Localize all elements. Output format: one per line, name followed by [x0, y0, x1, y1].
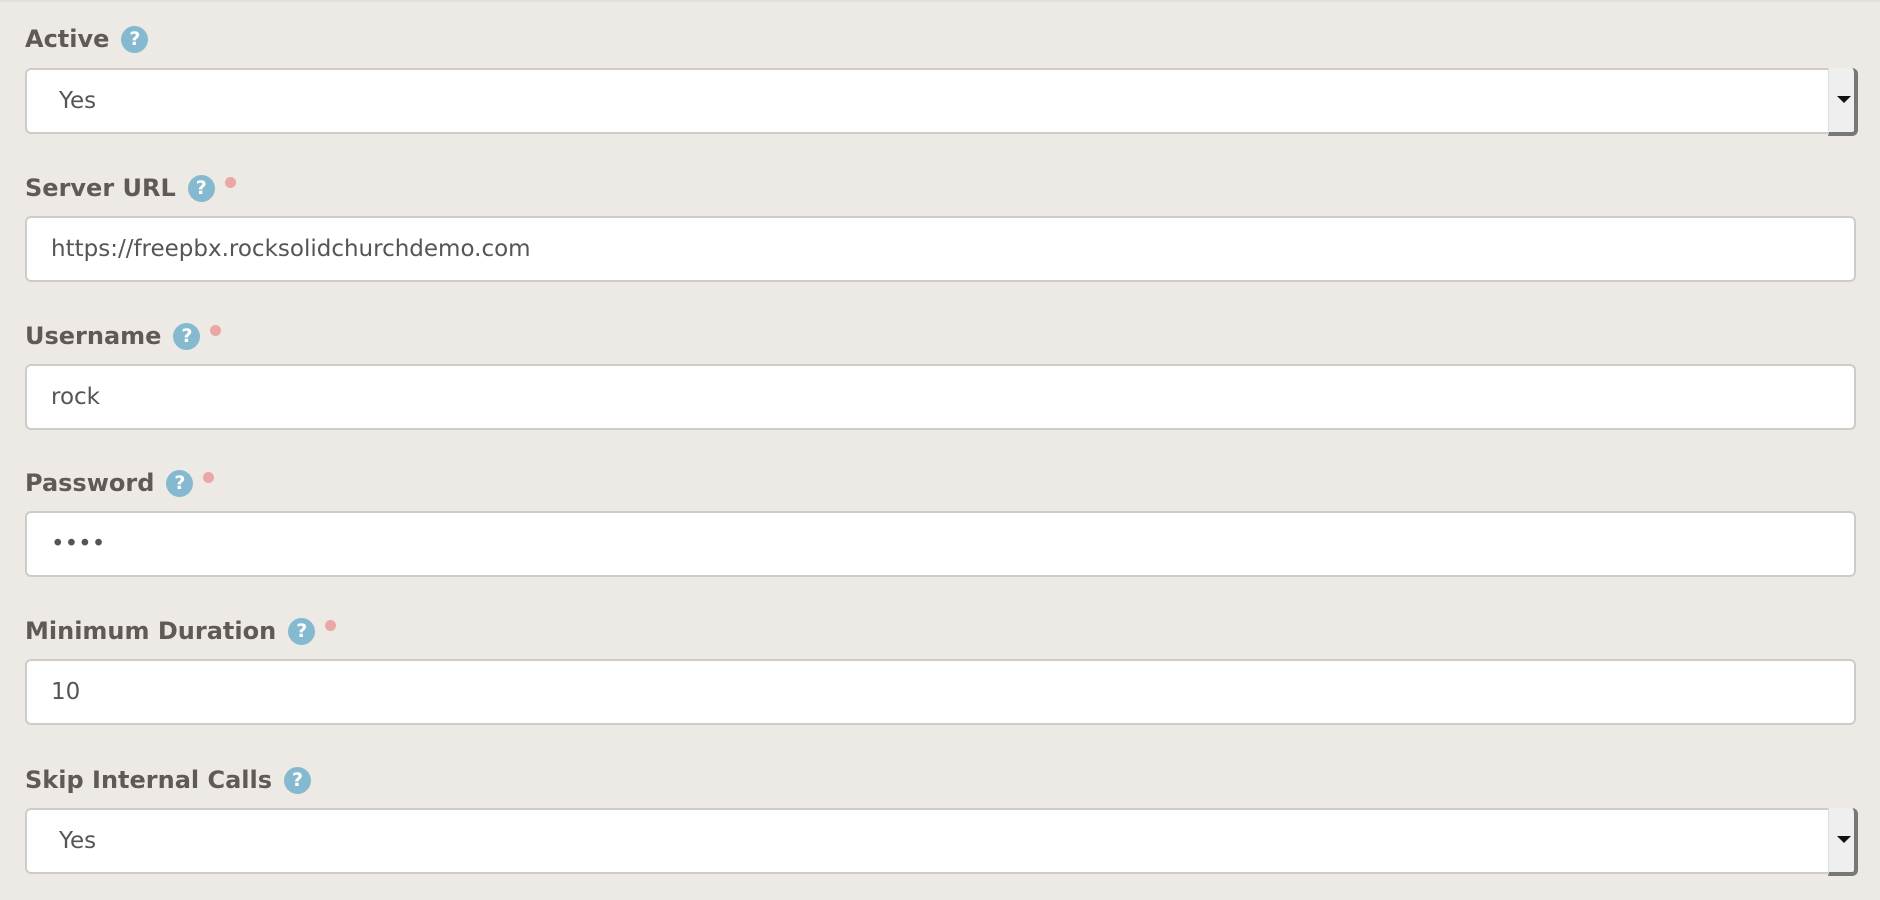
skip-internal-calls-select[interactable]: Yes	[25, 808, 1858, 876]
chevron-down-icon[interactable]	[1828, 808, 1858, 876]
help-icon[interactable]: ?	[187, 174, 215, 202]
field-value: Yes	[59, 828, 97, 854]
skip-internal-calls-label: Skip Internal Calls?	[25, 765, 312, 795]
server-url-input[interactable]: https://freepbx.rocksolidchurchdemo.com	[25, 216, 1856, 282]
required-indicator-icon	[203, 471, 215, 483]
help-icon[interactable]: ?	[121, 25, 149, 53]
required-indicator-icon	[325, 619, 337, 631]
help-icon[interactable]: ?	[288, 617, 316, 645]
username-label: Username?	[25, 321, 222, 351]
required-indicator-icon	[224, 176, 236, 188]
server-url-label: Server URL?	[25, 173, 236, 203]
active-select[interactable]: Yes	[25, 68, 1858, 136]
chevron-down-icon[interactable]	[1828, 68, 1858, 136]
help-icon[interactable]: ?	[284, 766, 312, 794]
label-text: Minimum Duration	[25, 617, 277, 645]
active-label: Active?	[25, 24, 149, 54]
field-value: 10	[51, 679, 81, 705]
label-text: Active	[25, 25, 110, 53]
label-text: Username	[25, 322, 162, 350]
help-icon[interactable]: ?	[173, 322, 201, 350]
password-label: Password?	[25, 468, 215, 498]
label-text: Server URL	[25, 174, 176, 202]
label-text: Password	[25, 469, 155, 497]
field-value: ••••	[51, 531, 106, 557]
username-input[interactable]: rock	[25, 364, 1856, 430]
field-value: rock	[51, 384, 100, 410]
field-value: Yes	[59, 88, 97, 114]
minimum-duration-label: Minimum Duration?	[25, 616, 337, 646]
help-icon[interactable]: ?	[166, 469, 194, 497]
minimum-duration-input[interactable]: 10	[25, 659, 1856, 725]
password-input[interactable]: ••••	[25, 511, 1856, 577]
required-indicator-icon	[210, 324, 222, 336]
field-value: https://freepbx.rocksolidchurchdemo.com	[51, 236, 531, 262]
label-text: Skip Internal Calls	[25, 766, 273, 794]
